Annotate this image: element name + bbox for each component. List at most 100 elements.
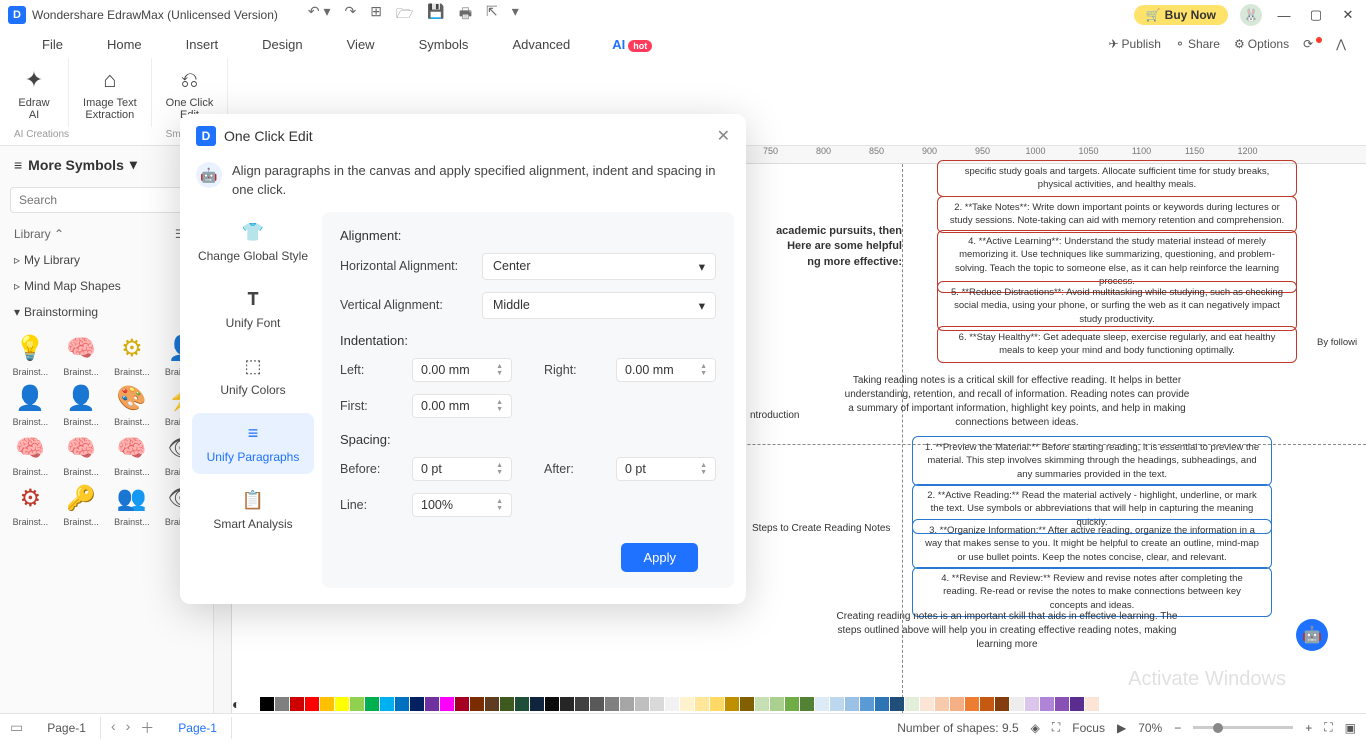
more-icon[interactable]: ▾ xyxy=(512,3,519,27)
shape-item[interactable]: 👤Brainst... xyxy=(57,381,106,427)
after-spacing-field[interactable]: 0 pt▲▼ xyxy=(616,457,716,481)
side-unify-font[interactable]: 𝐓Unify Font xyxy=(192,279,314,340)
menu-design[interactable]: Design xyxy=(240,37,324,52)
color-swatch[interactable] xyxy=(1070,697,1084,711)
shape-item[interactable]: ⚙Brainst... xyxy=(6,481,55,527)
shape-item[interactable]: 🧠Brainst... xyxy=(57,431,106,477)
color-swatch[interactable] xyxy=(395,697,409,711)
side-smart-analysis[interactable]: 📋Smart Analysis xyxy=(192,480,314,541)
color-swatch[interactable] xyxy=(680,697,694,711)
print-icon[interactable]: 🖶 xyxy=(459,3,472,27)
color-swatch[interactable] xyxy=(920,697,934,711)
notification-icon[interactable]: ⟳ xyxy=(1303,37,1322,51)
shape-item[interactable]: 👤Brainst... xyxy=(6,381,55,427)
color-swatch[interactable] xyxy=(995,697,1009,711)
line-spacing-field[interactable]: 100%▲▼ xyxy=(412,493,512,517)
blue-node[interactable]: 3. **Organize Information:** After activ… xyxy=(912,519,1272,569)
color-swatch[interactable] xyxy=(515,697,529,711)
color-swatch[interactable] xyxy=(455,697,469,711)
publish-button[interactable]: ✈ Publish xyxy=(1108,37,1160,51)
color-swatch[interactable] xyxy=(740,697,754,711)
color-swatch[interactable] xyxy=(725,697,739,711)
zoom-out-icon[interactable]: − xyxy=(1174,721,1181,735)
next-page-icon[interactable]: › xyxy=(126,718,131,738)
page-view-icon[interactable]: ▭ xyxy=(10,719,23,736)
color-swatch[interactable] xyxy=(290,697,304,711)
color-swatch[interactable] xyxy=(935,697,949,711)
color-swatch[interactable] xyxy=(695,697,709,711)
right-indent-field[interactable]: 0.00 mm▲▼ xyxy=(616,358,716,382)
layers-icon[interactable]: ◈ xyxy=(1031,721,1040,735)
color-swatch[interactable] xyxy=(1010,697,1024,711)
ribbon-image-text[interactable]: ⌂Image Text Extraction xyxy=(69,58,152,127)
color-swatch[interactable] xyxy=(365,697,379,711)
open-icon[interactable]: 🗁 xyxy=(396,3,413,27)
close-button[interactable]: ✕ xyxy=(1338,7,1358,23)
color-swatch[interactable] xyxy=(440,697,454,711)
red-node[interactable]: specific study goals and targets. Alloca… xyxy=(937,160,1297,197)
color-swatch[interactable] xyxy=(860,697,874,711)
prev-page-icon[interactable]: ‹ xyxy=(111,718,116,738)
color-swatch[interactable] xyxy=(485,697,499,711)
color-swatch[interactable] xyxy=(545,697,559,711)
play-icon[interactable]: ▶ xyxy=(1117,721,1126,735)
save-icon[interactable]: 💾 xyxy=(427,3,444,27)
first-indent-field[interactable]: 0.00 mm▲▼ xyxy=(412,394,512,418)
shape-item[interactable]: 🔑Brainst... xyxy=(57,481,106,527)
color-swatch[interactable] xyxy=(575,697,589,711)
red-node[interactable]: 5. **Reduce Distractions**: Avoid multit… xyxy=(937,281,1297,331)
color-swatch[interactable] xyxy=(800,697,814,711)
color-swatch[interactable] xyxy=(905,697,919,711)
ai-assistant-floating-button[interactable]: 🤖 xyxy=(1296,619,1328,651)
side-global-style[interactable]: 👕Change Global Style xyxy=(192,212,314,273)
color-swatch[interactable] xyxy=(845,697,859,711)
red-node[interactable]: 2. **Take Notes**: Write down important … xyxy=(937,196,1297,233)
shape-item[interactable]: 🧠Brainst... xyxy=(57,331,106,377)
maximize-button[interactable]: ▢ xyxy=(1306,7,1326,23)
minimize-button[interactable]: — xyxy=(1274,8,1294,23)
options-button[interactable]: ⚙ Options xyxy=(1234,37,1289,51)
color-swatch[interactable] xyxy=(500,697,514,711)
focus-label[interactable]: Focus xyxy=(1072,721,1105,735)
color-swatch[interactable] xyxy=(1040,697,1054,711)
shape-item[interactable]: 💡Brainst... xyxy=(6,331,55,377)
left-indent-field[interactable]: 0.00 mm▲▼ xyxy=(412,358,512,382)
color-swatch[interactable] xyxy=(560,697,574,711)
color-swatch[interactable] xyxy=(305,697,319,711)
shape-item[interactable]: 🧠Brainst... xyxy=(108,431,157,477)
dialog-close-button[interactable]: ✕ xyxy=(717,126,730,146)
color-swatch[interactable] xyxy=(410,697,424,711)
share-button[interactable]: ⚬ Share xyxy=(1175,37,1220,51)
menu-file[interactable]: File xyxy=(20,37,85,52)
color-swatch[interactable] xyxy=(890,697,904,711)
color-swatch[interactable] xyxy=(650,697,664,711)
shape-item[interactable]: ⚙Brainst... xyxy=(108,331,157,377)
color-swatch[interactable] xyxy=(1055,697,1069,711)
color-swatch[interactable] xyxy=(380,697,394,711)
mindmap-header[interactable]: academic pursuits, then Here are some he… xyxy=(752,224,902,270)
blue-node[interactable]: 1. **Preview the Material:** Before star… xyxy=(912,436,1272,486)
color-swatch[interactable] xyxy=(755,697,769,711)
color-swatch[interactable] xyxy=(350,697,364,711)
collapse-ribbon-icon[interactable]: ⋀ xyxy=(1336,37,1346,51)
side-unify-paragraphs[interactable]: ≡Unify Paragraphs xyxy=(192,413,314,474)
add-page-icon[interactable]: ＋ xyxy=(140,718,154,738)
apply-button[interactable]: Apply xyxy=(621,543,698,572)
color-swatch[interactable] xyxy=(320,697,334,711)
menu-view[interactable]: View xyxy=(325,37,397,52)
page-tab-active[interactable]: Page-1 xyxy=(164,717,232,739)
color-swatch[interactable] xyxy=(1025,697,1039,711)
color-swatch[interactable] xyxy=(470,697,484,711)
color-swatch[interactable] xyxy=(335,697,349,711)
user-avatar[interactable]: 🐰 xyxy=(1240,4,1262,26)
menu-advanced[interactable]: Advanced xyxy=(490,37,592,52)
shape-item[interactable]: 🎨Brainst... xyxy=(108,381,157,427)
shape-item[interactable]: 👥Brainst... xyxy=(108,481,157,527)
reading-intro-text[interactable]: Taking reading notes is a critical skill… xyxy=(842,374,1192,430)
color-swatch[interactable] xyxy=(980,697,994,711)
menu-insert[interactable]: Insert xyxy=(164,37,241,52)
redo-icon[interactable]: ↷ xyxy=(345,3,357,27)
page-tab[interactable]: Page-1 xyxy=(33,717,101,739)
color-swatch[interactable] xyxy=(425,697,439,711)
color-swatch[interactable] xyxy=(965,697,979,711)
